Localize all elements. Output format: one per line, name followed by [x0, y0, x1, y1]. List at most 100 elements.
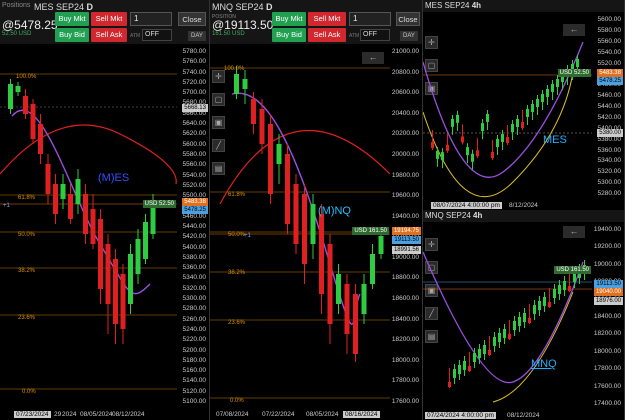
price-label: 5300.00 — [597, 179, 622, 187]
candle-body — [486, 114, 489, 123]
buy-bid-button[interactable]: Buy Bid — [55, 28, 89, 42]
candle-body — [463, 361, 466, 370]
price-label: 5600.00 — [597, 16, 622, 23]
candle-body — [503, 329, 506, 338]
price-chart[interactable] — [423, 222, 593, 408]
candle-body — [498, 333, 501, 342]
candle-body — [543, 297, 546, 306]
time-label: 08/12/2024 — [507, 412, 540, 419]
price-label: 18600.00 — [391, 295, 419, 303]
instrument-title[interactable]: MNQ SEP24 D — [212, 2, 273, 12]
cycle-arc — [0, 124, 177, 185]
candle-body — [150, 204, 156, 234]
price-label: 5220.00 — [182, 336, 207, 344]
price-chart[interactable] — [423, 12, 593, 198]
price-tag-level: 5380.00 — [597, 129, 623, 137]
candle-body — [506, 137, 509, 143]
candle-body — [242, 79, 248, 89]
candle-body — [513, 321, 516, 330]
atm-strategy-select[interactable]: OFF — [142, 29, 172, 41]
candle-body — [441, 152, 444, 161]
price-chart[interactable] — [210, 44, 391, 406]
pnl-tag: USD 161.50 — [352, 227, 389, 235]
chart-panel-mnq-daily: MNQ SEP24 D POSITION @19113.50 161.50 US… — [210, 0, 423, 420]
price-label: 5340.00 — [597, 157, 622, 165]
pnl-tag: USD 161.50 — [554, 266, 591, 274]
candle-body — [538, 301, 541, 310]
sell-market-button[interactable]: Sell Mkt — [308, 12, 346, 26]
candle-body — [511, 124, 514, 132]
quantity-input[interactable]: 1 — [130, 12, 172, 26]
candle-body — [353, 294, 358, 354]
price-label: 19000.00 — [391, 253, 419, 261]
instrument-title[interactable]: MES SEP24 4h — [425, 1, 481, 10]
position-marker: +1 — [244, 233, 251, 239]
instrument-title[interactable]: MNQ SEP24 4h — [425, 211, 482, 220]
position-pnl: 161.50 USD — [212, 31, 245, 37]
price-label: 20200.00 — [391, 130, 419, 138]
time-label: 07/23/2024 — [14, 411, 51, 418]
close-position-button[interactable]: Close — [396, 12, 420, 26]
tif-day-button[interactable]: DAY — [188, 31, 206, 41]
price-axis[interactable]: 5600.005580.005560.005540.005520.005500.… — [592, 12, 624, 198]
time-axis[interactable]: 07/24/2024 4:00:00 pm 08/12/2024 — [423, 408, 592, 420]
price-axis[interactable]: 5780.00 5760.00 5740.00 5720.00 5700.00 5680.… — [177, 44, 209, 406]
chart-title-bar: MES SEP24 4h — [423, 0, 624, 12]
candle-body — [361, 284, 367, 314]
price-label: 19800.00 — [391, 171, 419, 179]
time-axis[interactable]: 07/08/2024 07/22/2024 08/05/2024 08/16/2… — [210, 406, 390, 420]
tif-day-button[interactable]: DAY — [400, 31, 418, 41]
candle-body — [53, 184, 58, 214]
price-label: 5640.00 — [182, 120, 207, 128]
instrument-title[interactable]: MES SEP24 D — [34, 2, 93, 12]
close-position-button[interactable]: Close — [178, 12, 206, 26]
candle-body — [120, 274, 126, 329]
price-label: 17400.00 — [593, 400, 621, 407]
position-price: @19113.50 — [212, 18, 274, 32]
price-label: 5100.00 — [182, 398, 207, 405]
candle-body — [536, 99, 539, 107]
price-label: 5460.00 — [597, 92, 622, 100]
time-axis[interactable]: 07/23/2024 29 2024 08/05/2024 08/12/2024 — [0, 406, 177, 420]
sell-ask-button[interactable]: Sell Ask — [308, 28, 346, 42]
atm-strategy-select[interactable]: OFF — [360, 29, 390, 41]
candle-body — [476, 150, 479, 157]
price-label: 5520.00 — [182, 181, 207, 189]
candle-body — [285, 154, 290, 224]
candle-body — [336, 274, 341, 304]
order-header: MNQ SEP24 D POSITION @19113.50 161.50 US… — [210, 0, 422, 44]
sell-ask-button[interactable]: Sell Ask — [91, 28, 127, 42]
price-label: 5520.00 — [597, 59, 622, 67]
candle-body — [38, 124, 43, 154]
price-chart[interactable] — [0, 44, 178, 406]
fib-level-50: 50.0% — [228, 232, 246, 238]
time-axis[interactable]: 08/07/2024 4:00:00 pm 8/12/2024 — [423, 198, 592, 210]
quantity-input[interactable]: 1 — [349, 12, 391, 26]
buy-market-button[interactable]: Buy Mkt — [55, 12, 89, 26]
price-label: 5440.00 — [597, 103, 622, 110]
chart-panel-mnq-4h: MNQ SEP24 4h ✛ ▢ ▣ ╱ ▤ ← MNQ 19400.00 192… — [423, 210, 625, 420]
price-axis[interactable]: 19400.0019200.0019000.0018800.0018600.00… — [592, 222, 624, 408]
candle-body — [458, 365, 461, 374]
price-label: 5320.00 — [182, 284, 207, 292]
candle-body — [471, 153, 474, 162]
price-label: 5260.00 — [182, 315, 207, 323]
positions-tab[interactable]: Positions — [2, 2, 30, 9]
sell-market-button[interactable]: Sell Mkt — [91, 12, 127, 26]
atm-label: ATM — [130, 33, 141, 39]
buy-market-button[interactable]: Buy Mkt — [272, 12, 306, 26]
candle-body — [456, 114, 459, 123]
price-tag-mid: 19040.00 — [593, 288, 623, 296]
price-label: 20800.00 — [391, 68, 419, 76]
price-axis[interactable]: 21000.00 20800.00 20600.00 20400.00 20200.00… — [390, 44, 422, 406]
candle-body — [576, 59, 579, 67]
price-label: 19400.00 — [593, 226, 621, 233]
price-label: 5280.00 — [182, 305, 207, 313]
price-label: 18400.00 — [593, 313, 621, 320]
candle-body — [378, 236, 384, 254]
price-label: 5300.00 — [182, 295, 207, 303]
candle-body — [526, 109, 529, 117]
price-label: 5580.00 — [182, 150, 207, 158]
candle-body — [259, 109, 265, 144]
buy-bid-button[interactable]: Buy Bid — [272, 28, 306, 42]
